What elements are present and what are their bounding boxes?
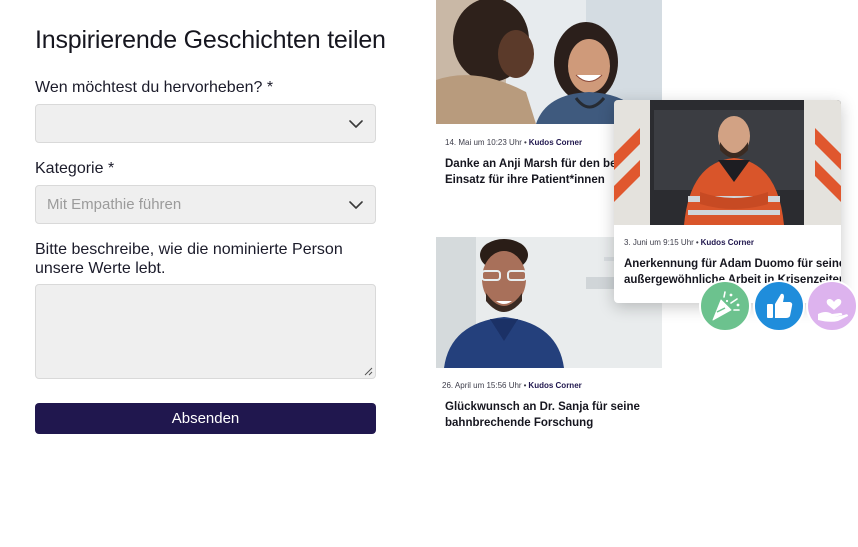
card-date: 14. Mai um 10:23 Uhr — [445, 138, 522, 147]
description-label: Bitte beschreibe, wie die nominierte Per… — [35, 241, 343, 277]
thumbs-up-icon — [767, 293, 793, 318]
category-select[interactable]: Mit Empathie führen — [35, 185, 376, 224]
party-popper-icon — [712, 291, 740, 321]
card-source: Kudos Corner — [700, 238, 754, 247]
card-source: Kudos Corner — [528, 381, 582, 390]
meta-separator: • — [523, 138, 527, 147]
party-reaction-button[interactable] — [699, 280, 751, 332]
card-headline-line: Glückwunsch an Dr. Sanja für seine — [445, 401, 640, 413]
description-textarea[interactable] — [35, 284, 376, 379]
love-reaction-button[interactable] — [806, 280, 858, 332]
paramedic-photo — [614, 100, 841, 225]
category-label: Kategorie * — [35, 160, 115, 177]
meta-separator: • — [695, 238, 699, 247]
resize-handle-icon[interactable] — [364, 367, 373, 376]
like-reaction-button[interactable] — [753, 280, 805, 332]
person-label: Wen möchtest du hervorheben? * — [35, 79, 274, 96]
card-meta: 14. Mai um 10:23 Uhr • Kudos Corner — [445, 138, 582, 147]
form-title: Inspirierende Geschichten teilen — [35, 26, 386, 54]
story-card-adam[interactable]: 3. Juni um 9:15 Uhr • Kudos Corner Anerken… — [614, 100, 841, 303]
card-date: 3. Juni um 9:15 Uhr — [624, 238, 694, 247]
person-select[interactable] — [35, 104, 376, 143]
meta-separator: • — [523, 381, 527, 390]
heart-hand-icon — [818, 298, 848, 322]
category-select-value: Mit Empathie führen — [47, 196, 182, 213]
chevron-down-icon — [349, 120, 363, 128]
submit-button[interactable]: Absenden — [35, 403, 376, 434]
chevron-down-icon — [349, 201, 363, 209]
card-meta: 3. Juni um 9:15 Uhr • Kudos Corner — [624, 238, 754, 247]
card-source: Kudos Corner — [528, 138, 583, 147]
card-headline: Glückwunsch an Dr. Sanja für seine bahnb… — [445, 399, 640, 431]
card-meta: 26. April um 15:56 Uhr • Kudos Corner — [442, 381, 582, 390]
card-date: 26. April um 15:56 Uhr — [442, 381, 522, 390]
card-headline-line: Anerkennung für Adam Duomo für seine — [624, 258, 841, 270]
card-headline-line: bahnbrechende Forschung — [445, 417, 594, 429]
